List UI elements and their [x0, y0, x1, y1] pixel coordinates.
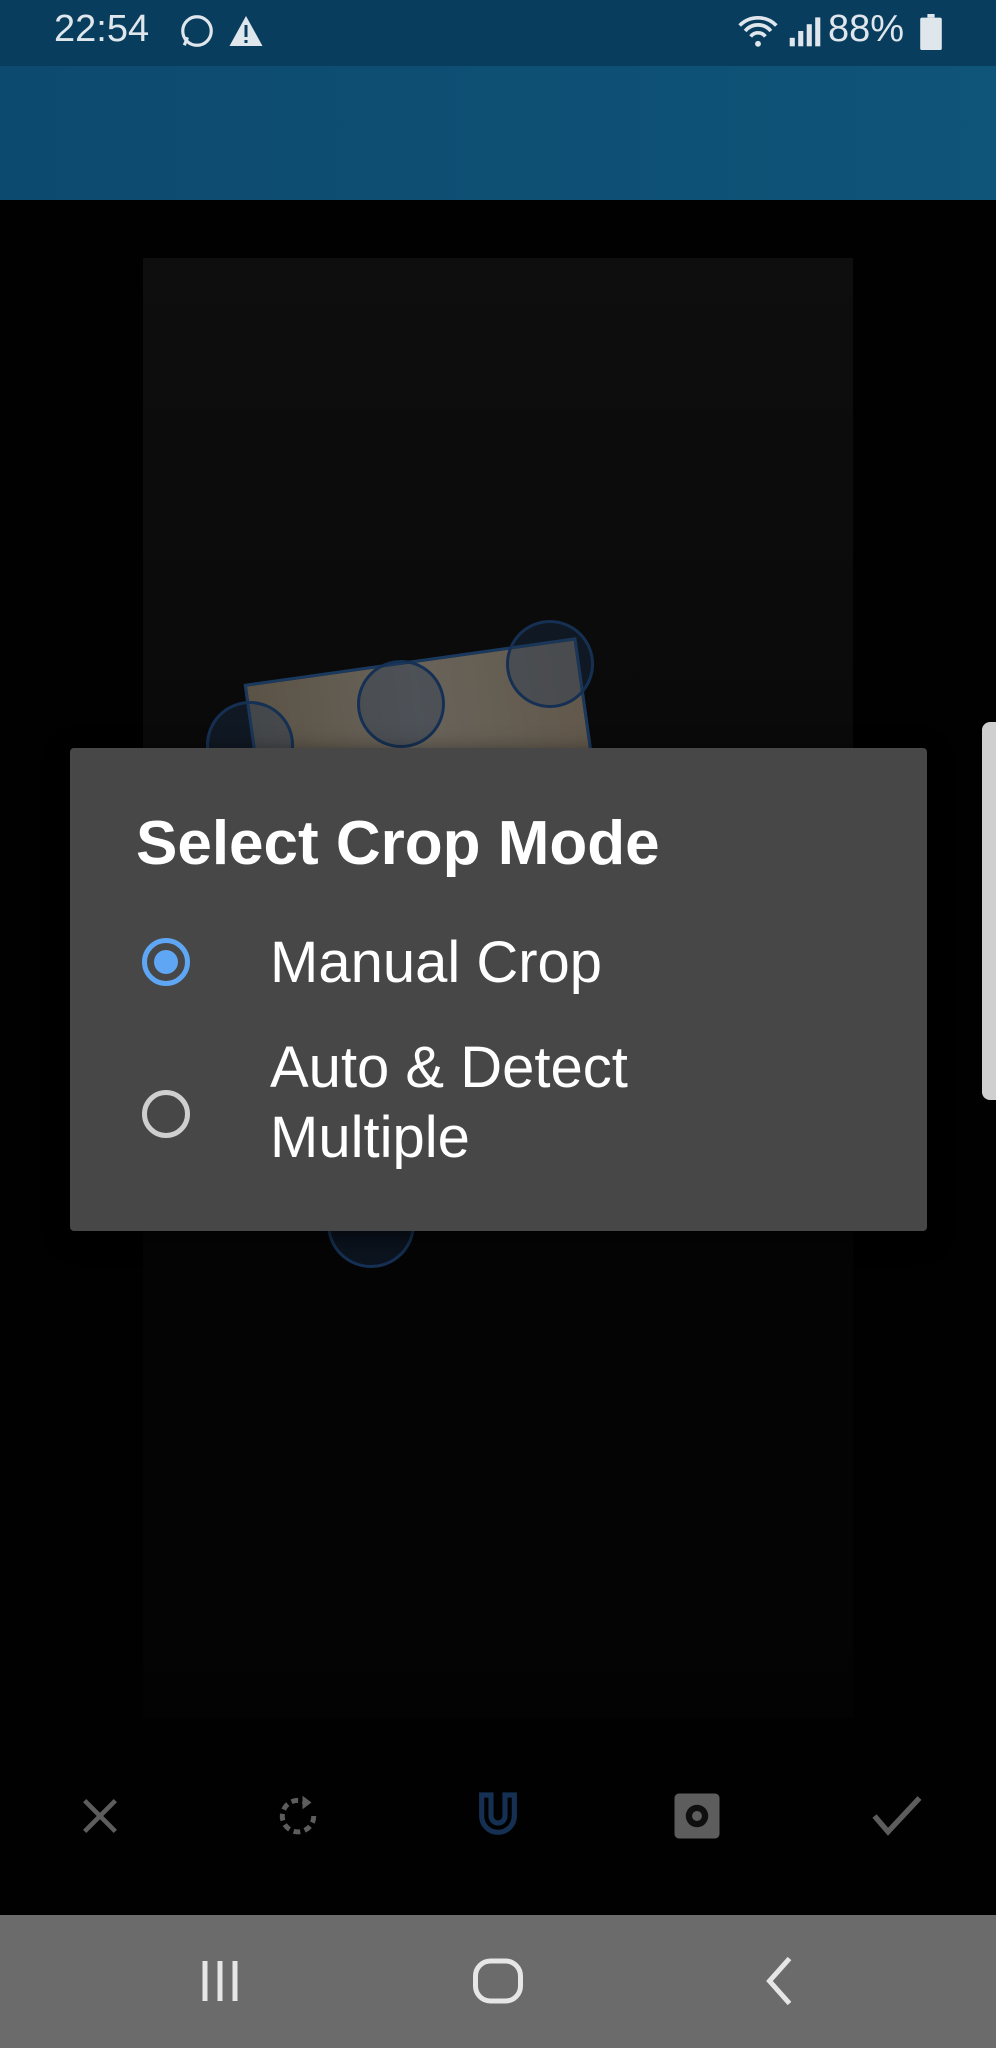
option-manual-crop[interactable]: Manual Crop: [70, 913, 927, 1013]
status-bar: 22:54 88%: [0, 0, 996, 66]
dialog-title: Select Crop Mode: [136, 809, 660, 878]
battery-percent: 88%: [827, 8, 904, 50]
edge-panel-handle[interactable]: [982, 722, 996, 1100]
navigation-bar: [0, 1915, 996, 2048]
option-label: Manual Crop: [270, 930, 603, 995]
option-label: Auto & Detect Multiple: [270, 1035, 628, 1170]
back-icon[interactable]: [752, 1951, 812, 2016]
home-icon[interactable]: [468, 1951, 528, 2016]
radio-selected-icon[interactable]: [142, 938, 190, 986]
whatsapp-icon: [178, 12, 216, 55]
battery-icon: [920, 14, 942, 55]
select-crop-mode-dialog: Select Crop Mode Manual Crop Auto & Dete…: [70, 748, 927, 1231]
app-bar: [0, 66, 996, 200]
signal-icon: [788, 14, 822, 53]
status-time: 22:54: [54, 8, 150, 50]
warning-icon: [228, 14, 264, 53]
radio-unselected-icon[interactable]: [142, 1090, 190, 1138]
option-auto-detect-multiple[interactable]: Auto & Detect Multiple: [70, 1033, 927, 1193]
wifi-icon: [736, 12, 780, 55]
recent-apps-icon[interactable]: [190, 1951, 250, 2016]
